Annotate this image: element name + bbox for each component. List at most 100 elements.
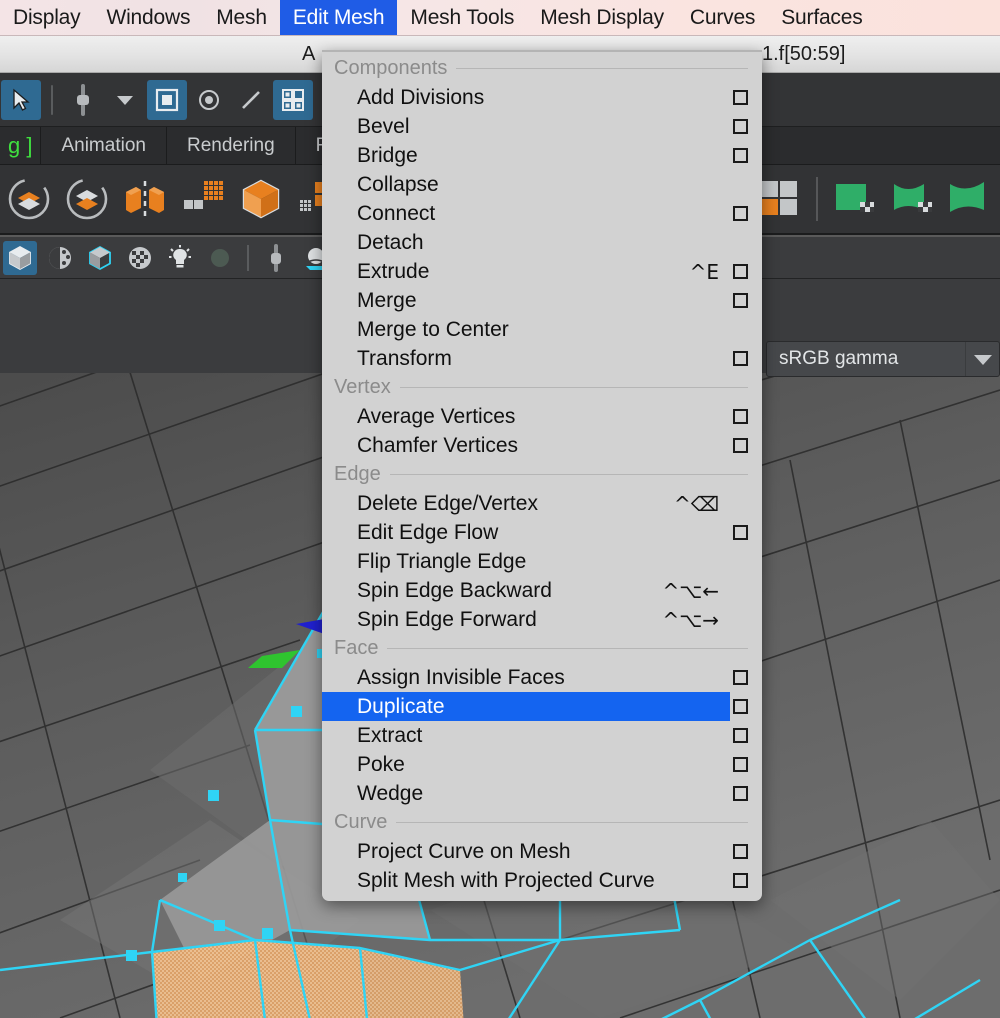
wireframe-on-shaded-icon[interactable] xyxy=(43,241,77,275)
nurbs-surface-icon[interactable] xyxy=(887,173,939,225)
menu-section-rule xyxy=(456,68,748,69)
menu-item-extrude[interactable]: Extrude ^E xyxy=(322,257,762,286)
menu-item-option-box[interactable] xyxy=(733,728,748,743)
menu-item-option-box[interactable] xyxy=(733,670,748,685)
edit-mesh-dropdown-menu[interactable]: Components Add Divisions Bevel Bridge Collap… xyxy=(322,50,762,901)
selection-mask-handle-icon[interactable] xyxy=(63,80,103,120)
menu-item-spin-edge-forward[interactable]: Spin Edge Forward ^⌥→ xyxy=(322,605,762,634)
menu-item-label: Delete Edge/Vertex xyxy=(357,491,538,515)
menu-item-spin-edge-backward[interactable]: Spin Edge Backward ^⌥← xyxy=(322,576,762,605)
menu-item-chamfer-vertices[interactable]: Chamfer Vertices xyxy=(322,431,762,460)
mirror-geometry-icon[interactable] xyxy=(119,173,171,225)
menu-item-option-box[interactable] xyxy=(733,206,748,221)
menu-item-option-box[interactable] xyxy=(733,699,748,714)
xray-display-icon[interactable] xyxy=(83,241,117,275)
chevron-down-icon[interactable] xyxy=(965,342,999,376)
menu-item-label: Collapse xyxy=(357,172,439,196)
curve-snap-icon[interactable] xyxy=(231,80,271,120)
point-snap-icon[interactable] xyxy=(189,80,229,120)
menubar-item-mesh-tools[interactable]: Mesh Tools xyxy=(397,0,527,35)
menubar-item-curves[interactable]: Curves xyxy=(677,0,768,35)
colorspace-dropdown[interactable]: sRGB gamma xyxy=(766,341,1000,377)
menu-item-label: Chamfer Vertices xyxy=(357,433,519,457)
menu-item-label: Extract xyxy=(357,723,423,747)
menu-item-detach[interactable]: Detach xyxy=(322,228,762,257)
boolean-icon[interactable] xyxy=(235,173,287,225)
title-left-text: A xyxy=(302,42,316,65)
menubar-item-mesh[interactable]: Mesh xyxy=(203,0,280,35)
menu-item-assign-invisible-faces[interactable]: Assign Invisible Faces xyxy=(322,663,762,692)
menu-item-add-divisions[interactable]: Add Divisions xyxy=(322,83,762,112)
menu-item-option-box[interactable] xyxy=(733,786,748,801)
menu-item-merge-to-center[interactable]: Merge to Center xyxy=(322,315,762,344)
menu-item-wedge[interactable]: Wedge xyxy=(322,779,762,808)
texture-display-icon[interactable] xyxy=(123,241,157,275)
menu-item-option-box[interactable] xyxy=(733,351,748,366)
panel-toolbar-separator xyxy=(247,244,249,271)
title-right-text: 1.f[50:59] xyxy=(762,42,846,65)
menu-item-option-box[interactable] xyxy=(733,293,748,308)
select-tool-icon[interactable] xyxy=(1,79,41,120)
menu-item-label: Assign Invisible Faces xyxy=(357,665,565,689)
menu-item-option-box[interactable] xyxy=(733,90,748,105)
menu-item-split-mesh-with-projected-curve[interactable]: Split Mesh with Projected Curve xyxy=(322,866,762,895)
menu-item-label: Add Divisions xyxy=(357,85,485,109)
menu-item-label: Spin Edge Backward xyxy=(357,578,552,602)
menu-section-rule xyxy=(387,648,748,649)
menu-item-delete-edge-vertex[interactable]: Delete Edge/Vertex ^⌫ xyxy=(322,489,762,518)
menu-item-label: Flip Triangle Edge xyxy=(357,549,527,573)
menubar-item-edit-mesh[interactable]: Edit Mesh xyxy=(279,0,398,35)
menu-item-connect[interactable]: Connect xyxy=(322,199,762,228)
separate-mesh-icon[interactable] xyxy=(61,173,113,225)
shelf-tab-g[interactable]: g ] xyxy=(0,127,42,164)
menu-item-option-box[interactable] xyxy=(733,264,748,279)
chevron-down-icon[interactable] xyxy=(105,80,145,120)
menu-item-option-box[interactable] xyxy=(733,409,748,424)
menu-item-duplicate[interactable]: Duplicate xyxy=(322,692,762,721)
menu-item-flip-triangle-edge[interactable]: Flip Triangle Edge xyxy=(322,547,762,576)
toolbar-separator xyxy=(51,84,53,115)
shelf-tab-rendering[interactable]: Rendering xyxy=(167,127,296,164)
menu-item-option-box[interactable] xyxy=(733,148,748,163)
shadows-icon[interactable] xyxy=(203,241,237,275)
menu-item-label: Bridge xyxy=(357,143,418,167)
isolate-select-icon[interactable] xyxy=(259,241,293,275)
grid-snap-icon[interactable] xyxy=(273,79,313,120)
menu-item-poke[interactable]: Poke xyxy=(322,750,762,779)
menu-item-option-box[interactable] xyxy=(733,438,748,453)
menu-item-collapse[interactable]: Collapse xyxy=(322,170,762,199)
menu-item-option-box[interactable] xyxy=(733,844,748,859)
menu-item-shortcut: ^⌥← xyxy=(662,578,719,603)
menu-item-option-box[interactable] xyxy=(733,525,748,540)
main-menu-bar: Display Windows Mesh Edit Mesh Mesh Tools Mes… xyxy=(0,0,1000,36)
menu-item-extract[interactable]: Extract xyxy=(322,721,762,750)
menu-item-transform[interactable]: Transform xyxy=(322,344,762,373)
menu-item-average-vertices[interactable]: Average Vertices xyxy=(322,402,762,431)
menu-item-bevel[interactable]: Bevel xyxy=(322,112,762,141)
menu-item-edit-edge-flow[interactable]: Edit Edge Flow xyxy=(322,518,762,547)
menu-item-bridge[interactable]: Bridge xyxy=(322,141,762,170)
smooth-mesh-icon[interactable] xyxy=(177,173,229,225)
menubar-item-display[interactable]: Display xyxy=(0,0,93,35)
menu-item-option-box[interactable] xyxy=(733,873,748,888)
menu-item-project-curve-on-mesh[interactable]: Project Curve on Mesh xyxy=(322,837,762,866)
menu-section-components: Components xyxy=(322,54,762,83)
menu-item-merge[interactable]: Merge xyxy=(322,286,762,315)
menu-item-option-box[interactable] xyxy=(733,119,748,134)
menubar-item-mesh-display[interactable]: Mesh Display xyxy=(527,0,677,35)
menu-item-option-box[interactable] xyxy=(733,757,748,772)
shelf-separator-2 xyxy=(816,177,818,221)
shaded-display-icon[interactable] xyxy=(3,240,37,275)
menubar-item-windows[interactable]: Windows xyxy=(93,0,203,35)
nurbs-revolve-icon[interactable] xyxy=(945,173,997,225)
shelf-tab-animation[interactable]: Animation xyxy=(41,127,167,164)
menu-section-label: Face xyxy=(334,637,379,659)
menu-item-label: Merge to Center xyxy=(357,317,509,341)
menubar-item-surfaces[interactable]: Surfaces xyxy=(768,0,875,35)
menu-section-rule xyxy=(399,387,748,388)
menu-item-label: Transform xyxy=(357,346,452,370)
lighting-icon[interactable] xyxy=(163,241,197,275)
combine-mesh-icon[interactable] xyxy=(3,173,55,225)
object-mode-icon[interactable] xyxy=(147,79,187,120)
nurbs-plane-icon[interactable] xyxy=(829,173,881,225)
